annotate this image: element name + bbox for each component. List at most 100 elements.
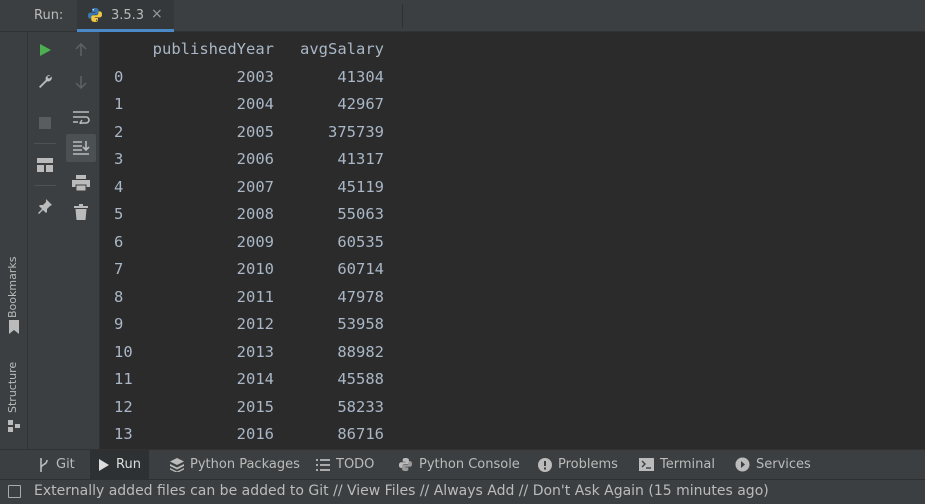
tab-terminal[interactable]: Terminal <box>639 450 715 479</box>
terminal-icon <box>639 458 654 471</box>
row-index: 1 <box>114 95 124 113</box>
table-row: 9 2012 53958 <box>114 311 384 339</box>
avg-salary-cell: 53958 <box>337 315 384 333</box>
python-console-icon <box>398 457 413 472</box>
column-header: publishedYear <box>152 40 274 58</box>
run-toolbar-primary <box>28 32 61 449</box>
tab-terminal-label: Terminal <box>660 457 715 472</box>
tab-python-packages[interactable]: Python Packages <box>170 450 300 479</box>
clear-all-button[interactable] <box>68 199 94 225</box>
row-index: 12 <box>114 397 133 416</box>
table-row: 13 2016 86716 <box>114 421 384 449</box>
tab-python-packages-label: Python Packages <box>190 457 300 472</box>
bookmark-icon <box>9 320 19 334</box>
restore-layout-button[interactable] <box>32 152 58 178</box>
edit-configuration-button[interactable] <box>32 68 58 94</box>
published-year-cell: 2014 <box>236 370 274 388</box>
scroll-to-end-button[interactable] <box>66 134 96 162</box>
table-row: 0 2003 41304 <box>114 64 384 92</box>
tab-services[interactable]: Services <box>735 450 811 479</box>
avg-salary-cell: 55063 <box>337 205 384 223</box>
avg-salary-cell: 41317 <box>337 150 384 168</box>
close-icon[interactable]: × <box>151 6 163 22</box>
table-row: 10 2013 88982 <box>114 339 384 367</box>
published-year-cell: 2004 <box>236 95 274 113</box>
published-year-cell: 2007 <box>236 177 274 196</box>
table-row: 11 2014 45588 <box>114 366 384 394</box>
tab-problems-label: Problems <box>558 457 618 472</box>
structure-icon <box>8 420 20 432</box>
status-message[interactable]: Externally added files can be added to G… <box>34 483 769 499</box>
row-index: 3 <box>114 150 124 168</box>
published-year-cell: 2013 <box>236 342 274 361</box>
toggle-tool-windows-icon[interactable] <box>8 485 21 498</box>
avg-salary-cell: 47978 <box>337 287 384 306</box>
table-row: 8 2011 47978 <box>114 284 384 312</box>
tab-git[interactable]: Git <box>34 450 81 479</box>
row-index: 5 <box>114 205 124 223</box>
print-button[interactable] <box>68 170 94 196</box>
soft-wrap-button[interactable] <box>68 104 94 130</box>
arrow-down-icon <box>75 76 87 89</box>
table-row: 2 2005 375739 <box>114 119 384 147</box>
play-icon <box>40 44 51 56</box>
git-branch-icon <box>40 457 48 472</box>
problems-icon <box>538 457 552 472</box>
tab-run-label: Run <box>116 457 141 472</box>
todo-list-icon <box>316 458 330 471</box>
structure-tab[interactable]: Structure <box>2 357 26 437</box>
pin-tab-button[interactable] <box>32 193 58 219</box>
tab-todo-label: TODO <box>336 457 375 472</box>
tab-problems[interactable]: Problems <box>538 450 618 479</box>
trash-icon <box>74 204 88 220</box>
tab-todo[interactable]: TODO <box>316 450 374 479</box>
row-index: 4 <box>114 177 124 196</box>
tab-services-label: Services <box>756 457 811 472</box>
status-bar: Externally added files can be added to G… <box>0 479 925 504</box>
console-output-panel[interactable]: publishedYear avgSalary 0 2003 41304 1 2004 4 2 9… <box>100 32 925 449</box>
dataframe-output: publishedYear avgSalary 0 2003 41304 1 2004 4 2 9… <box>114 36 384 449</box>
avg-salary-cell: 375739 <box>328 122 384 141</box>
table-row: 12 2015 58233 <box>114 394 384 422</box>
row-index: 13 <box>114 425 133 443</box>
tab-git-label: Git <box>56 457 75 472</box>
packages-icon <box>170 457 184 472</box>
table-row: 4 2007 45119 <box>114 174 384 202</box>
bookmarks-tab[interactable]: Bookmarks <box>2 248 26 338</box>
stop-button[interactable] <box>32 110 58 136</box>
avg-salary-cell: 86716 <box>337 425 384 443</box>
tab-run[interactable]: Run <box>90 450 149 479</box>
table-row: 5 2008 55063 <box>114 201 384 229</box>
row-index: 10 <box>114 342 133 361</box>
stop-icon <box>39 117 51 129</box>
published-year-cell: 2005 <box>236 122 274 141</box>
published-year-cell: 2010 <box>236 260 274 278</box>
avg-salary-cell: 45588 <box>337 370 384 388</box>
table-row: 1 2004 42967 <box>114 91 384 119</box>
python-icon <box>88 8 102 22</box>
tab-python-console[interactable]: Python Console <box>398 450 520 479</box>
published-year-cell: 2008 <box>236 205 274 223</box>
row-index: 2 <box>114 122 124 141</box>
soft-wrap-icon <box>73 111 90 124</box>
run-config-tab[interactable]: 3.5.3 × <box>77 0 174 32</box>
rerun-button[interactable] <box>32 37 58 63</box>
avg-salary-cell: 88982 <box>337 342 384 361</box>
wrench-icon <box>39 75 52 88</box>
services-icon <box>735 457 750 472</box>
structure-label: Structure <box>6 361 19 413</box>
layout-icon <box>37 158 53 172</box>
left-tool-strip: Bookmarks Structure <box>0 32 28 449</box>
run-tab-label: 3.5.3 <box>111 8 145 23</box>
scroll-down-button[interactable] <box>68 69 94 95</box>
row-index: 7 <box>114 260 124 278</box>
avg-salary-cell: 60714 <box>337 260 384 278</box>
table-header-row: publishedYear avgSalary <box>114 36 384 64</box>
bookmarks-label: Bookmarks <box>6 256 19 318</box>
tool-window-bar: Git Run Python Packages TODO Python Cons… <box>0 449 925 479</box>
run-window-label: Run: <box>34 8 64 23</box>
scroll-up-button[interactable] <box>68 37 94 63</box>
arrow-up-icon <box>75 43 87 56</box>
avg-salary-cell: 45119 <box>337 177 384 196</box>
column-header: avgSalary <box>300 40 384 58</box>
